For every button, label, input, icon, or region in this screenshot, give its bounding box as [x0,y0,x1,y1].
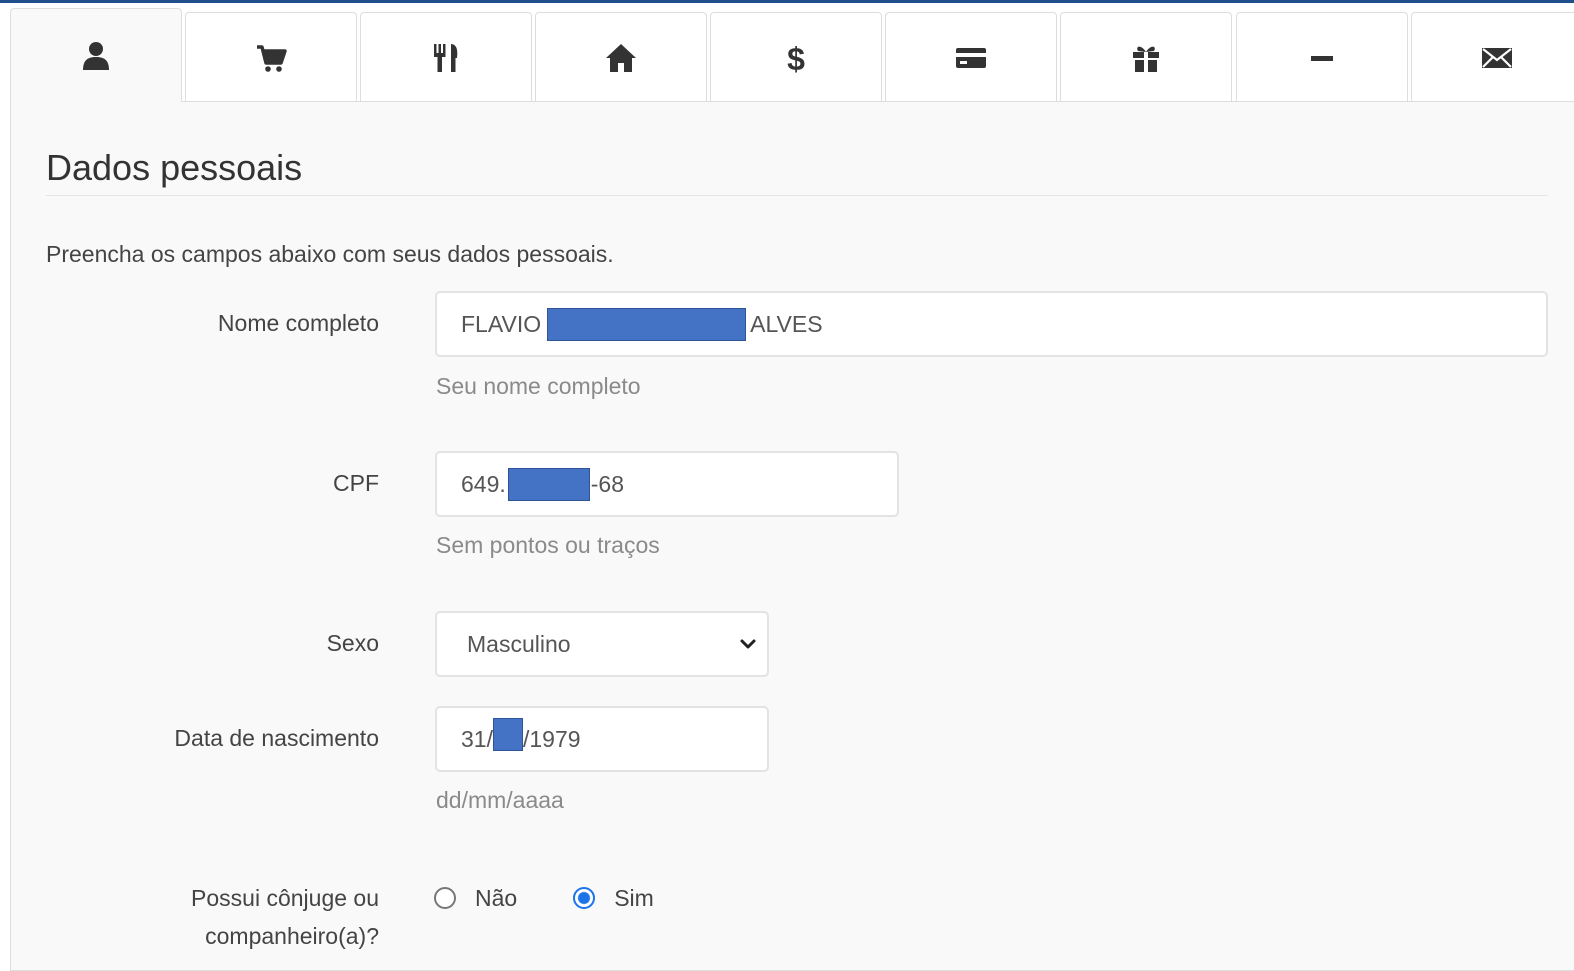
tab-housing[interactable] [535,12,707,102]
name-last-part: ALVES [750,310,823,337]
svg-text:$: $ [787,41,805,75]
dollar-icon: $ [787,41,805,75]
tab-food[interactable] [360,12,532,102]
birth-date-label: Data de nascimento [174,725,379,751]
name-help-text: Seu nome completo [436,373,641,399]
full-name-input[interactable]: FLAVIO ALVES [435,291,1548,357]
home-icon [606,43,636,72]
tab-gifts[interactable] [1060,12,1232,102]
window-top-border [0,0,1574,3]
redaction-block [547,307,747,341]
cpf-last-part: -68 [590,470,625,497]
tab-contact[interactable] [1411,12,1574,102]
redaction-block [507,467,590,501]
cutlery-icon [434,43,458,72]
birth-year-part: /1979 [522,725,581,752]
tab-personal-data[interactable] [10,8,182,102]
radio-spouse-yes-label[interactable]: Sim [614,885,654,912]
cpf-input[interactable]: 649. -68 [435,451,899,517]
sex-label: Sexo [326,630,379,656]
birth-day-part: 31/ [461,725,493,752]
tab-shopping[interactable] [185,12,357,102]
cart-icon [257,44,287,72]
radio-spouse-no-label[interactable]: Não [475,885,517,912]
radio-spouse-yes[interactable] [573,887,596,909]
envelope-icon [1482,47,1512,68]
minus-icon [1311,55,1333,61]
tab-bar: $ [10,8,1574,102]
name-first-part: FLAVIO [461,310,542,337]
spouse-label-line2: companheiro(a)? [205,923,379,949]
birth-date-help-text: dd/mm/aaaa [436,787,564,813]
tab-cards[interactable] [885,12,1057,102]
sex-select[interactable]: Masculino [435,611,769,677]
tab-income[interactable]: $ [710,12,882,102]
title-divider [46,195,1548,196]
user-icon [83,41,109,70]
name-label: Nome completo [217,310,379,336]
tab-expenses[interactable] [1236,12,1408,102]
cpf-first-part: 649. [461,470,506,497]
spouse-label-line1: Possui cônjuge ou [191,885,379,911]
form-intro: Preencha os campos abaixo com seus dados… [46,241,614,267]
credit-card-icon [956,47,986,68]
cpf-help-text: Sem pontos ou traços [436,532,660,558]
cpf-label: CPF [333,470,379,496]
sex-selected-value: Masculino [467,631,571,657]
spouse-label: Possui cônjuge ou companheiro(a)? [191,879,379,955]
chevron-down-icon [740,639,756,649]
page-title: Dados pessoais [46,147,303,188]
gift-icon [1133,46,1159,72]
radio-spouse-no[interactable] [434,887,456,909]
redaction-block [492,717,523,751]
birth-date-input[interactable]: 31/ /1979 [435,706,769,772]
spouse-radio-group: Não Sim [434,880,710,916]
form-panel [10,101,1574,971]
